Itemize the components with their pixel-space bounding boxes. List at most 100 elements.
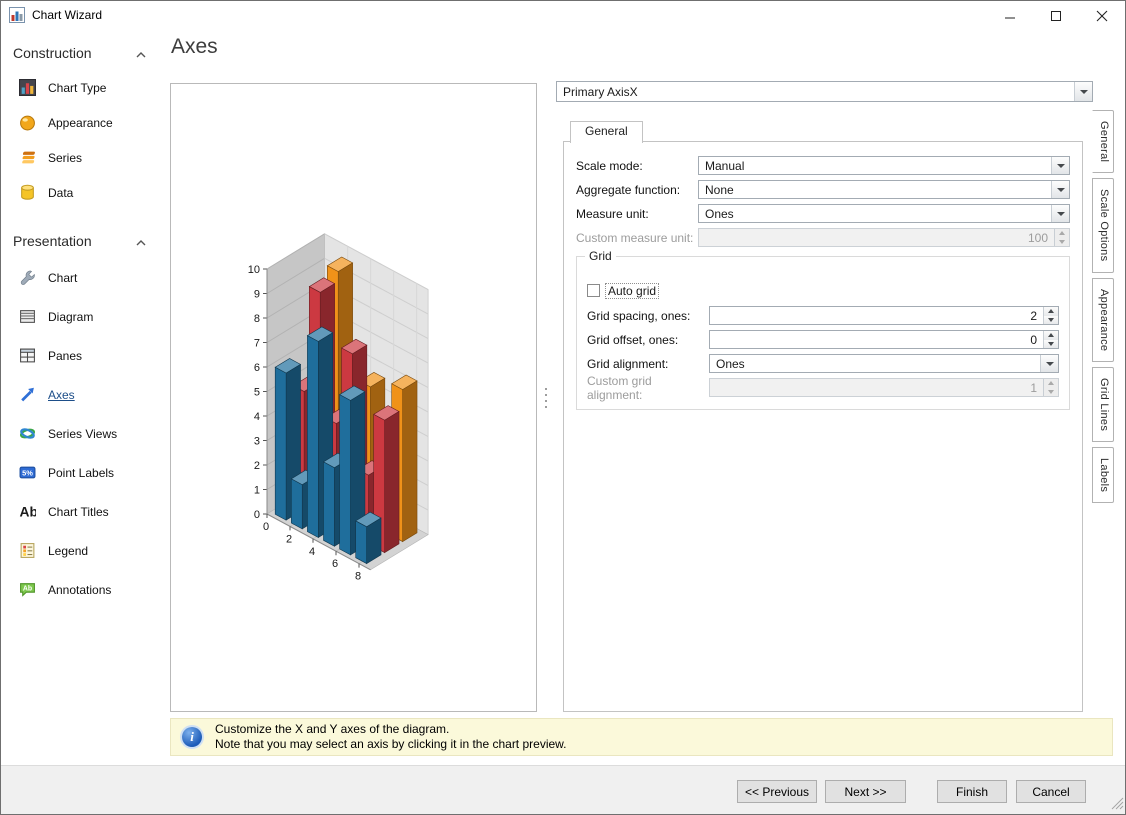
auto-grid-label[interactable]: Auto grid bbox=[604, 282, 660, 299]
axis-settings-panel: General Scale mode: Manual Aggregate fun… bbox=[563, 121, 1083, 712]
svg-text:6: 6 bbox=[332, 558, 338, 570]
chevron-down-icon[interactable] bbox=[1051, 181, 1069, 198]
sidebar-item-axes[interactable]: Axes bbox=[0, 375, 166, 414]
chart-type-icon bbox=[19, 79, 38, 96]
grid-spacing-stepper[interactable]: 2 bbox=[709, 306, 1059, 325]
series-icon bbox=[19, 149, 38, 166]
side-tab-general[interactable]: General bbox=[1092, 110, 1114, 174]
scale-mode-select[interactable]: Manual bbox=[698, 156, 1070, 175]
sidebar-item-point-labels[interactable]: 5% Point Labels bbox=[0, 453, 166, 492]
svg-text:5%: 5% bbox=[22, 468, 33, 477]
diagram-icon bbox=[19, 308, 38, 325]
axis-selector[interactable]: Primary AxisX bbox=[556, 81, 1093, 102]
sidebar-item-series-views[interactable]: Series Views bbox=[0, 414, 166, 453]
measure-unit-select[interactable]: Ones bbox=[698, 204, 1070, 223]
hint-panel: i Customize the X and Y axes of the diag… bbox=[170, 718, 1113, 756]
chevron-down-icon[interactable] bbox=[1074, 82, 1092, 101]
info-icon: i bbox=[182, 727, 202, 747]
side-tab-grid-lines[interactable]: Grid Lines bbox=[1092, 366, 1114, 443]
page-title: Axes bbox=[171, 35, 218, 58]
spin-up-icon bbox=[1055, 229, 1069, 238]
spin-up-icon[interactable] bbox=[1044, 307, 1058, 316]
grid-alignment-select[interactable]: Ones bbox=[709, 354, 1059, 373]
sidebar-item-chart-type[interactable]: Chart Type bbox=[0, 70, 166, 105]
cancel-button[interactable]: Cancel bbox=[1016, 780, 1086, 803]
sidebar-item-label: Point Labels bbox=[48, 465, 115, 480]
svg-text:9: 9 bbox=[254, 289, 260, 301]
window-title: Chart Wizard bbox=[32, 8, 103, 22]
sidebar-item-data[interactable]: Data bbox=[0, 175, 166, 210]
side-tab-scale-options[interactable]: Scale Options bbox=[1092, 178, 1114, 273]
sidebar-item-label: Appearance bbox=[48, 115, 113, 130]
grid-alignment-label: Grid alignment: bbox=[587, 356, 669, 371]
svg-text:8: 8 bbox=[254, 313, 260, 325]
sphere-icon bbox=[19, 114, 38, 131]
previous-button[interactable]: << Previous bbox=[737, 780, 817, 803]
chart-preview-svg[interactable]: 0 1 2 3 4 5 6 7 8 9 10 0 2 4 6 8 bbox=[171, 84, 536, 711]
sidebar-item-label: Axes bbox=[48, 387, 75, 402]
sidebar-item-panes[interactable]: Panes bbox=[0, 336, 166, 375]
finish-button[interactable]: Finish bbox=[937, 780, 1007, 803]
chevron-down-icon[interactable] bbox=[1051, 205, 1069, 222]
aggregate-function-select[interactable]: None bbox=[698, 180, 1070, 199]
svg-text:2: 2 bbox=[254, 460, 260, 472]
svg-text:8: 8 bbox=[355, 571, 361, 583]
side-tab-labels[interactable]: Labels bbox=[1092, 447, 1114, 504]
chart-titles-icon: Ab bbox=[19, 503, 38, 520]
sidebar-item-label: Panes bbox=[48, 348, 83, 363]
svg-text:6: 6 bbox=[254, 362, 260, 374]
sidebar-item-legend[interactable]: Legend bbox=[0, 531, 166, 570]
sidebar-item-label: Annotations bbox=[48, 582, 112, 597]
sidebar-item-series[interactable]: Series bbox=[0, 140, 166, 175]
panes-icon bbox=[19, 347, 38, 364]
side-tab-appearance[interactable]: Appearance bbox=[1092, 277, 1114, 362]
splitter-handle[interactable] bbox=[540, 83, 552, 712]
sidebar-item-chart[interactable]: Chart bbox=[0, 258, 166, 297]
svg-text:Ab: Ab bbox=[23, 586, 32, 593]
annotation-icon: Ab bbox=[19, 581, 38, 598]
sidebar-item-chart-titles[interactable]: Ab Chart Titles bbox=[0, 492, 166, 531]
next-button[interactable]: Next >> bbox=[825, 780, 906, 803]
hint-line-1: Customize the X and Y axes of the diagra… bbox=[215, 722, 450, 736]
wrench-icon bbox=[19, 269, 38, 286]
sidebar-group-presentation[interactable]: Presentation bbox=[0, 224, 166, 258]
chevron-down-icon[interactable] bbox=[1040, 355, 1058, 372]
maximize-icon bbox=[1051, 10, 1061, 21]
sidebar-item-label: Chart bbox=[48, 270, 78, 285]
svg-text:0: 0 bbox=[254, 509, 260, 521]
sidebar-group-construction[interactable]: Construction bbox=[0, 36, 166, 70]
svg-text:Ab: Ab bbox=[20, 503, 36, 519]
grid-offset-stepper[interactable]: 0 bbox=[709, 330, 1059, 349]
resize-grip-icon[interactable] bbox=[1110, 796, 1124, 813]
tab-general[interactable]: General bbox=[570, 121, 643, 143]
svg-text:2: 2 bbox=[286, 533, 292, 545]
spin-up-icon[interactable] bbox=[1044, 331, 1058, 340]
spin-down-icon[interactable] bbox=[1044, 315, 1058, 324]
svg-text:5: 5 bbox=[254, 387, 260, 399]
sidebar-item-label: Legend bbox=[48, 543, 89, 558]
sidebar-item-label: Diagram bbox=[48, 309, 94, 324]
svg-text:4: 4 bbox=[254, 411, 260, 423]
chevron-up-icon bbox=[136, 233, 146, 249]
sidebar-item-label: Data bbox=[48, 185, 74, 200]
axis-selector-value: Primary AxisX bbox=[563, 84, 638, 99]
sidebar-item-annotations[interactable]: Ab Annotations bbox=[0, 570, 166, 609]
minimize-button[interactable] bbox=[987, 1, 1033, 30]
chevron-up-icon bbox=[136, 45, 146, 61]
grid-offset-label: Grid offset, ones: bbox=[587, 332, 679, 347]
auto-grid-checkbox[interactable] bbox=[587, 284, 600, 297]
close-button[interactable] bbox=[1079, 1, 1125, 30]
custom-grid-alignment-stepper: 1 bbox=[709, 378, 1059, 397]
spin-down-icon[interactable] bbox=[1044, 339, 1058, 348]
custom-grid-alignment-label: Custom grid alignment: bbox=[587, 373, 652, 402]
custom-measure-unit-stepper: 100 bbox=[698, 228, 1070, 247]
sidebar-item-appearance[interactable]: Appearance bbox=[0, 105, 166, 140]
measure-unit-label: Measure unit: bbox=[576, 206, 649, 221]
svg-text:0: 0 bbox=[263, 521, 269, 533]
sidebar-item-diagram[interactable]: Diagram bbox=[0, 297, 166, 336]
side-tab-strip: General Scale Options Appearance Grid Li… bbox=[1092, 110, 1114, 504]
legend-icon bbox=[19, 542, 38, 559]
chart-preview[interactable]: 0 1 2 3 4 5 6 7 8 9 10 0 2 4 6 8 bbox=[170, 83, 537, 712]
chevron-down-icon[interactable] bbox=[1051, 157, 1069, 174]
maximize-button[interactable] bbox=[1033, 1, 1079, 30]
